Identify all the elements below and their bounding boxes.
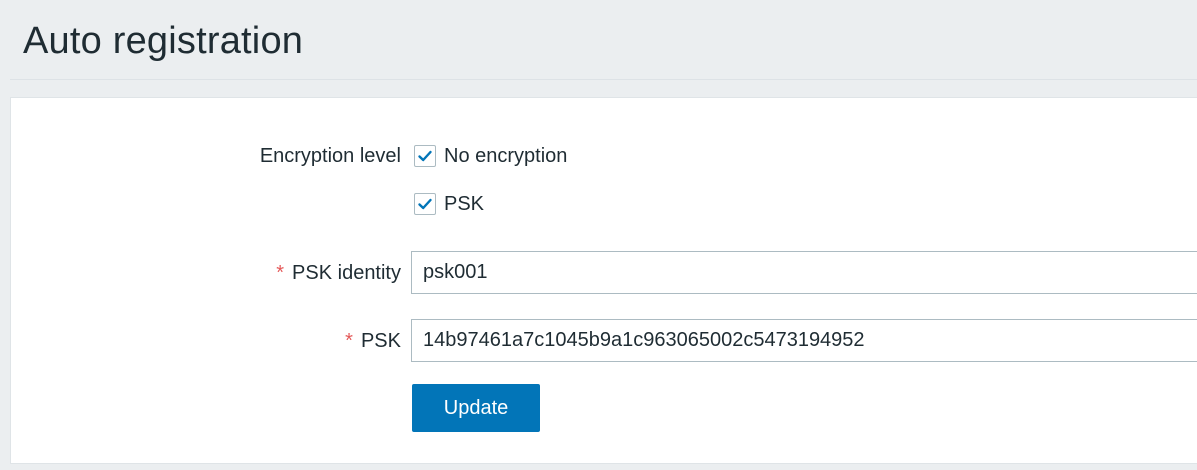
page-header: Auto registration	[10, 0, 1197, 80]
form-panel: Encryption level No encryption PSK * PSK …	[10, 97, 1197, 464]
psk-option-label[interactable]: PSK	[444, 192, 484, 216]
psk-input[interactable]	[411, 319, 1197, 362]
psk-identity-input[interactable]	[411, 251, 1197, 294]
page: Auto registration Encryption level No en…	[0, 0, 1197, 470]
no-encryption-option[interactable]: No encryption	[414, 143, 567, 169]
psk-option[interactable]: PSK	[414, 191, 484, 217]
required-marker: *	[345, 330, 353, 352]
psk-identity-label: * PSK identity	[276, 261, 401, 285]
update-button[interactable]: Update	[412, 384, 540, 432]
encryption-level-label: Encryption level	[260, 144, 401, 168]
psk-label-text: PSK	[360, 330, 401, 352]
page-title: Auto registration	[23, 20, 304, 62]
required-marker: *	[276, 262, 285, 284]
psk-checkbox[interactable]	[414, 193, 436, 215]
no-encryption-label[interactable]: No encryption	[444, 144, 567, 168]
check-icon	[418, 198, 432, 210]
no-encryption-checkbox[interactable]	[414, 145, 436, 167]
check-icon	[418, 150, 432, 162]
psk-identity-label-text: PSK identity	[292, 262, 401, 284]
encryption-level-label-text: Encryption level	[259, 145, 401, 167]
psk-label: * PSK	[345, 329, 401, 353]
